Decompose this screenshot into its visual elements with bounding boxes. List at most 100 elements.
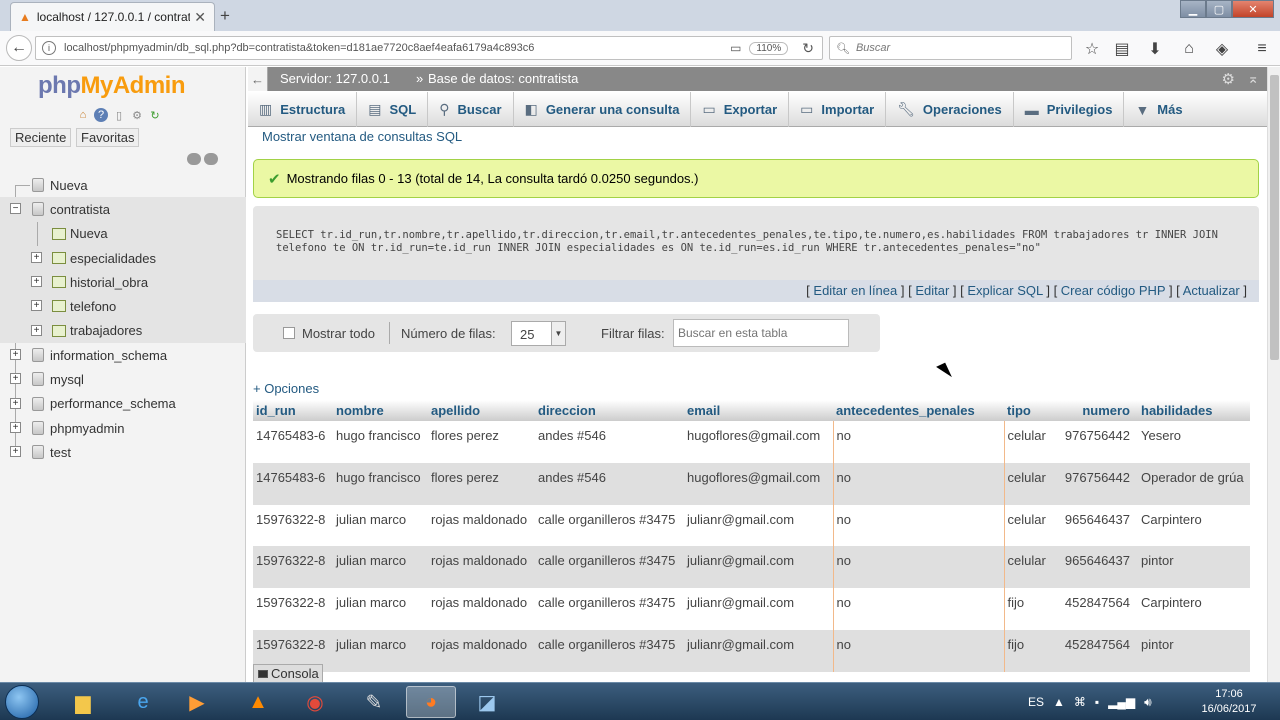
- edit-inline-link[interactable]: Editar en línea: [813, 283, 897, 298]
- collapse-navigation-icon[interactable]: ←: [248, 67, 268, 91]
- show-all-label[interactable]: Mostrar todo: [302, 326, 375, 341]
- file-explorer-icon[interactable]: ▆: [58, 686, 108, 718]
- tree-label[interactable]: phpmyadmin: [50, 421, 124, 436]
- reload-navigation-icon[interactable]: ↻: [148, 108, 162, 122]
- tree-item-trabajadores[interactable]: + trabajadores: [0, 318, 246, 344]
- taskbar-clock[interactable]: 17:06 16/06/2017: [1198, 687, 1260, 717]
- url-text[interactable]: localhost/phpmyadmin/db_sql.php?db=contr…: [64, 42, 730, 54]
- help-icon[interactable]: ?: [94, 108, 108, 122]
- table-cell[interactable]: calle organilleros #3475: [535, 546, 684, 589]
- bookmark-star-icon[interactable]: ☆: [1080, 37, 1104, 61]
- browser-search-bar[interactable]: 🔍︎ Buscar: [829, 36, 1072, 60]
- column-header[interactable]: habilidades: [1138, 400, 1250, 421]
- table-cell[interactable]: julianr@gmail.com: [684, 588, 833, 630]
- table-cell[interactable]: hugoflores@gmail.com: [684, 421, 833, 463]
- expand-icon[interactable]: +: [10, 349, 21, 361]
- table-cell[interactable]: no: [832, 462, 1004, 505]
- table-cell[interactable]: rojas maldonado: [428, 629, 535, 672]
- tab-buscar[interactable]: ⚲ Buscar: [428, 92, 514, 127]
- home-icon[interactable]: ⌂: [76, 108, 90, 122]
- back-button[interactable]: ←: [6, 35, 32, 61]
- column-header[interactable]: apellido: [428, 400, 535, 421]
- network-tray-icon[interactable]: ⌘: [1074, 695, 1086, 709]
- tree-label[interactable]: especialidades: [70, 251, 156, 266]
- tree-item-performance-schema[interactable]: + performance_schema: [0, 392, 246, 416]
- collapse-top-icon[interactable]: ⌅: [1247, 70, 1259, 87]
- table-row[interactable]: 15976322-8 julian marco rojas maldonado …: [253, 546, 1250, 589]
- maximize-button[interactable]: ▢: [1206, 0, 1232, 18]
- update-tray-icon[interactable]: ▪: [1095, 695, 1099, 709]
- table-cell[interactable]: julian marco: [333, 546, 428, 589]
- expand-icon[interactable]: +: [10, 373, 21, 385]
- column-header[interactable]: id_run: [253, 400, 333, 421]
- tree-label[interactable]: historial_obra: [70, 275, 148, 290]
- table-cell[interactable]: julianr@gmail.com: [684, 504, 833, 547]
- table-cell[interactable]: no: [832, 546, 1004, 589]
- table-cell[interactable]: no: [832, 504, 1004, 547]
- filter-rows-input[interactable]: [673, 319, 849, 347]
- table-row[interactable]: 14765483-6 hugo francisco flores perez a…: [253, 421, 1250, 463]
- app-window-icon[interactable]: ◪: [462, 686, 512, 718]
- table-row[interactable]: 15976322-8 julian marco rojas maldonado …: [253, 504, 1250, 547]
- table-cell[interactable]: 965646437: [1052, 504, 1138, 547]
- tree-item-telefono[interactable]: + telefono: [0, 294, 246, 319]
- table-cell[interactable]: julian marco: [333, 504, 428, 547]
- table-cell[interactable]: julianr@gmail.com: [684, 546, 833, 589]
- expand-icon[interactable]: +: [31, 300, 42, 312]
- paint-icon[interactable]: ✎: [349, 686, 399, 718]
- signal-icon[interactable]: ▂▄▆: [1108, 695, 1135, 709]
- table-cell[interactable]: Carpintero: [1138, 588, 1250, 630]
- tab-importar[interactable]: ▭ Importar: [789, 92, 887, 127]
- table-cell[interactable]: pintor: [1138, 629, 1250, 672]
- column-header[interactable]: tipo: [1004, 400, 1052, 421]
- show-hidden-icons-icon[interactable]: ▲: [1053, 695, 1065, 709]
- column-header[interactable]: numero: [1052, 400, 1138, 421]
- table-cell[interactable]: 14765483-6: [253, 421, 333, 463]
- table-cell[interactable]: celular: [1003, 546, 1052, 589]
- expand-icon[interactable]: +: [31, 324, 42, 336]
- tree-label[interactable]: telefono: [70, 299, 116, 314]
- home-icon[interactable]: ⌂: [1177, 37, 1201, 61]
- breadcrumb-server[interactable]: Servidor: 127.0.0.1: [280, 71, 390, 86]
- language-indicator[interactable]: ES: [1028, 695, 1044, 709]
- table-row[interactable]: 15976322-8 julian marco rojas maldonado …: [253, 588, 1250, 630]
- table-cell[interactable]: 452847564: [1052, 629, 1138, 672]
- tree-item-mysql[interactable]: + mysql: [0, 367, 246, 391]
- tab-recent[interactable]: Reciente: [10, 128, 72, 147]
- bookmarks-list-icon[interactable]: ▤: [1110, 37, 1134, 61]
- settings-icon[interactable]: ⚙: [130, 108, 144, 122]
- tree-label[interactable]: information_schema: [50, 348, 167, 363]
- download-icon[interactable]: ⬇: [1143, 37, 1167, 61]
- tree-item-new-db[interactable]: Nueva: [0, 173, 246, 197]
- table-row[interactable]: 15976322-8 julian marco rojas maldonado …: [253, 629, 1250, 672]
- table-cell[interactable]: 14765483-6: [253, 462, 333, 505]
- table-cell[interactable]: julianr@gmail.com: [684, 629, 833, 672]
- column-header[interactable]: email: [684, 400, 833, 421]
- reload-icon[interactable]: ↻: [802, 40, 814, 57]
- tree-label[interactable]: trabajadores: [70, 323, 142, 338]
- tab-mas[interactable]: ▼ Más: [1124, 92, 1193, 127]
- table-cell[interactable]: flores perez: [428, 421, 535, 463]
- tree-item-contratista[interactable]: − contratista: [0, 197, 246, 222]
- refresh-link[interactable]: Actualizar: [1183, 283, 1240, 298]
- chrome-icon[interactable]: ◉: [290, 686, 340, 718]
- breadcrumb-database[interactable]: Base de datos: contratista: [428, 71, 578, 86]
- tree-label[interactable]: contratista: [50, 202, 110, 217]
- table-cell[interactable]: rojas maldonado: [428, 588, 535, 630]
- tab-generar-consulta[interactable]: ◧ Generar una consulta: [514, 92, 692, 127]
- table-cell[interactable]: fijo: [1003, 629, 1052, 672]
- tab-operaciones[interactable]: 🔧︎ Operaciones: [886, 92, 1014, 127]
- edit-link[interactable]: Editar: [915, 283, 949, 298]
- table-cell[interactable]: 976756442: [1052, 421, 1138, 463]
- tab-privilegios[interactable]: ▬ Privilegios: [1014, 92, 1125, 127]
- scrollbar-thumb[interactable]: [1270, 75, 1279, 360]
- tab-sql[interactable]: ▤ SQL: [357, 92, 429, 127]
- table-cell[interactable]: flores perez: [428, 462, 535, 505]
- tab-estructura[interactable]: ▥ Estructura: [248, 92, 358, 127]
- collapse-all-icon[interactable]: [187, 153, 201, 165]
- tree-item-test[interactable]: + test: [0, 440, 246, 464]
- close-tab-icon[interactable]: ✕: [194, 9, 206, 26]
- column-header[interactable]: direccion: [535, 400, 684, 421]
- show-all-checkbox[interactable]: [283, 327, 295, 339]
- table-row[interactable]: 14765483-6 hugo francisco flores perez a…: [253, 462, 1250, 505]
